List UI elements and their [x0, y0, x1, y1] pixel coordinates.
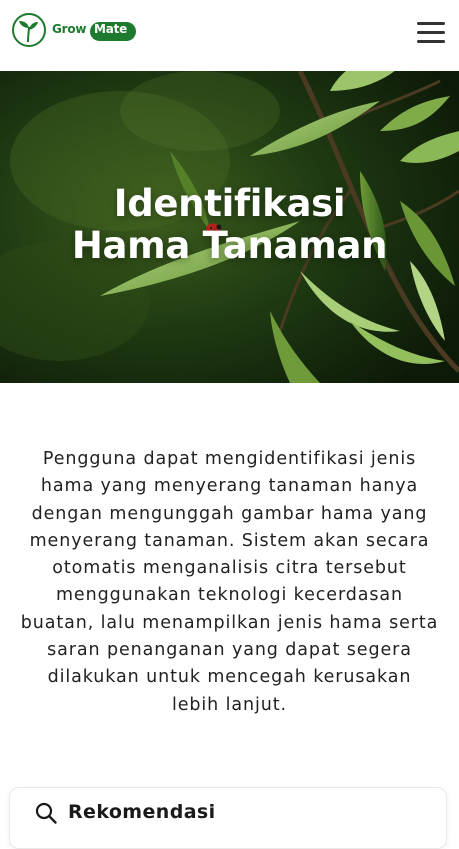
description-line: saran penanganan yang dapat segera: [47, 640, 412, 661]
hero-banner: Identifikasi Hama Tanaman: [0, 71, 459, 383]
description-line: buatan, lalu menampilkan jenis hama sert…: [20, 612, 439, 633]
description-line: otomatis menganalisis citra tersebut: [52, 558, 407, 579]
hero-title-line-1: Identifikasi: [113, 182, 346, 225]
description-line: lebih lanjut.: [171, 694, 287, 715]
logo-text-mate: Mate: [94, 22, 128, 36]
description-line: hama yang menyerang tanaman hanya: [40, 476, 419, 497]
recommendation-card[interactable]: Rekomendasi: [9, 787, 447, 849]
growmate-logo[interactable]: Grow Mate: [12, 13, 138, 53]
hamburger-menu-icon[interactable]: [417, 21, 447, 45]
description-line: menggunakan teknologi kecerdasan: [55, 585, 403, 606]
description-line: dilakukan untuk mencegah kerusakan: [47, 667, 412, 688]
hero-title-line-2: Hama Tanaman: [71, 224, 388, 267]
recommendation-card-title: Rekomendasi: [68, 801, 216, 823]
logo-sprout-icon: [12, 13, 46, 47]
search-icon: [35, 802, 57, 824]
feature-description: Pengguna dapat mengidentifikasi jenis ha…: [0, 446, 459, 719]
description-line: menyerang tanaman. Sistem akan secara: [29, 530, 430, 551]
logo-text-grow: Grow: [52, 22, 87, 36]
description-line: Pengguna dapat mengidentifikasi jenis: [42, 449, 417, 469]
description-line: dengan mengunggah gambar hama yang: [31, 503, 428, 524]
hero-title: Identifikasi Hama Tanaman: [0, 183, 459, 267]
site-header: Grow Mate: [0, 0, 459, 70]
